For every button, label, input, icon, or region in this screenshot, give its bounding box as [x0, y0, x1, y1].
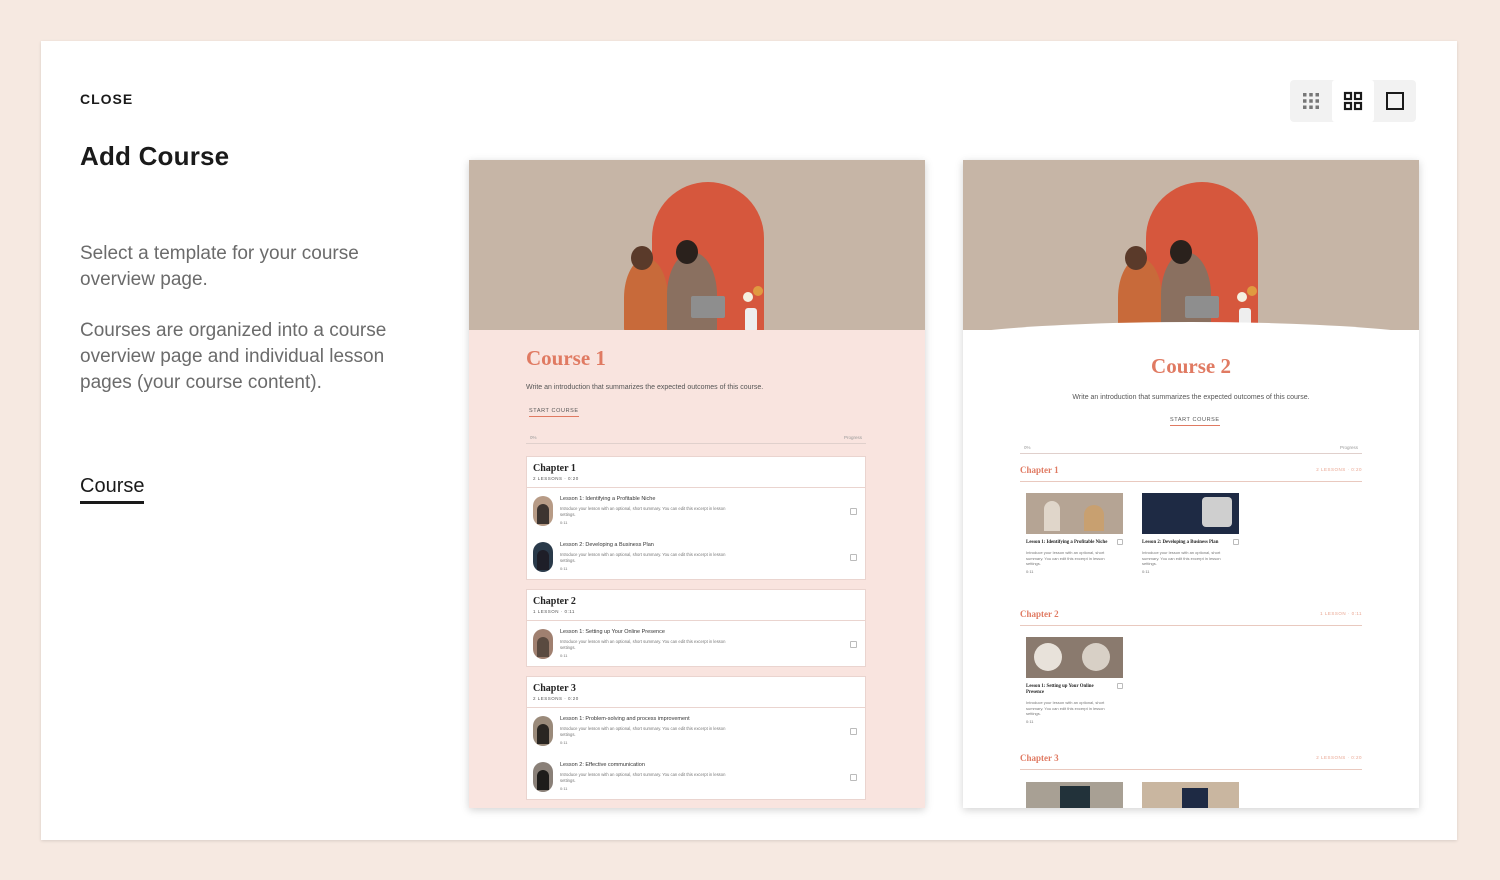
- chapter-heading: Chapter 1 2 LESSONS · 0:20: [1020, 465, 1362, 482]
- list-item: [1026, 782, 1126, 808]
- page-title: Add Course: [80, 141, 230, 171]
- description-select-template: Select a template for your course overvi…: [80, 243, 359, 290]
- chapter-heading: Chapter 3 2 LESSONS · 0:20: [1020, 753, 1362, 770]
- close-button[interactable]: CLOSE: [80, 91, 133, 107]
- list-item: Lesson 1: Identifying a Profitable Niche…: [1026, 493, 1126, 574]
- template-card-course-2[interactable]: Course 2 Write an introduction that summ…: [963, 160, 1419, 808]
- chapter-card: Chapter 2 1 LESSON · 0:11 Lesson 1: Sett…: [526, 589, 866, 667]
- start-course-link: START COURSE: [529, 408, 579, 417]
- list-item: Lesson 1: Problem-solving and process im…: [527, 708, 865, 754]
- course-intro: Write an introduction that summarizes th…: [526, 384, 764, 391]
- template-card-course-1[interactable]: Course 1 Write an introduction that summ…: [469, 160, 925, 808]
- list-item: Lesson 2: Developing a Business Plan Int…: [527, 534, 865, 580]
- single-view-icon: [1386, 92, 1404, 110]
- list-item: [1142, 782, 1242, 808]
- course-hero-image: [469, 160, 925, 330]
- chapter-card: Chapter 3 2 LESSONS · 0:20 Lesson 1: Pro…: [526, 676, 866, 800]
- checkbox-icon: [1233, 539, 1239, 545]
- start-course-link: START COURSE: [1170, 417, 1220, 426]
- course-title: Course 1: [526, 346, 606, 370]
- list-item: Lesson 2: Developing a Business Plan Int…: [1142, 493, 1242, 574]
- tab-course[interactable]: Course: [80, 475, 145, 504]
- view-toggle: [1290, 80, 1416, 122]
- checkbox-icon: [1117, 683, 1123, 689]
- checkbox-icon: [850, 641, 857, 648]
- checkbox-icon: [850, 554, 857, 561]
- checkbox-icon: [850, 774, 857, 781]
- list-item: Lesson 1: Setting up Your Online Presenc…: [1026, 637, 1126, 724]
- chapter-heading: Chapter 2 1 LESSON · 0:11: [1020, 609, 1362, 626]
- course-progress-bar: 0% Progress: [526, 433, 866, 444]
- checkbox-icon: [1117, 539, 1123, 545]
- course-progress-bar: 0% Progress: [1020, 443, 1362, 454]
- description-courses-organized: Courses are organized into a course over…: [80, 320, 387, 393]
- chapter-card: Chapter 1 2 LESSONS · 0:20 Lesson 1: Ide…: [526, 456, 866, 580]
- small-grid-view-button[interactable]: [1290, 80, 1332, 122]
- list-item: Lesson 1: Identifying a Profitable Niche…: [527, 488, 865, 534]
- medium-grid-icon: [1343, 91, 1363, 111]
- list-item: Lesson 2: Effective communication Introd…: [527, 754, 865, 800]
- course-title: Course 2: [1151, 354, 1231, 378]
- list-item: Lesson 1: Setting up Your Online Presenc…: [527, 621, 865, 667]
- single-view-button[interactable]: [1374, 80, 1416, 122]
- checkbox-icon: [850, 728, 857, 735]
- checkbox-icon: [850, 508, 857, 515]
- small-grid-icon: [1303, 93, 1319, 109]
- course-intro: Write an introduction that summarizes th…: [1072, 394, 1310, 401]
- add-course-modal: CLOSE Add Course Select a template for y…: [41, 41, 1457, 840]
- course-hero-image: [963, 160, 1419, 330]
- medium-grid-view-button[interactable]: [1332, 80, 1374, 122]
